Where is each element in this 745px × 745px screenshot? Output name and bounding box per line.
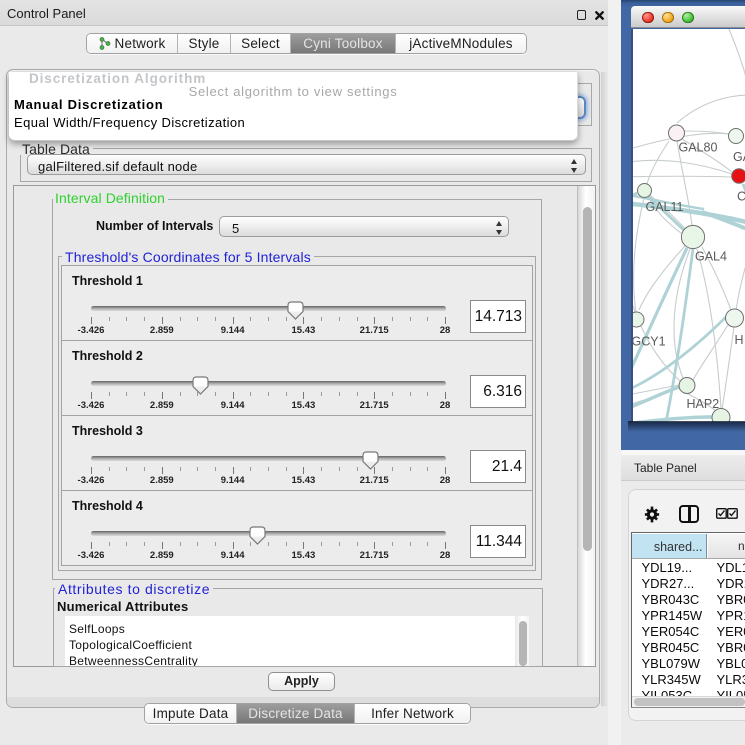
svg-text:H: H <box>735 333 744 347</box>
svg-text:GCY1: GCY1 <box>633 335 666 349</box>
svg-text:GAL80: GAL80 <box>679 141 718 155</box>
svg-text:GAL4: GAL4 <box>695 250 727 264</box>
svg-text:GA: GA <box>733 150 745 164</box>
svg-text:GAL11: GAL11 <box>646 200 684 214</box>
svg-text:C: C <box>737 190 745 204</box>
svg-text:HAP2: HAP2 <box>687 397 720 411</box>
